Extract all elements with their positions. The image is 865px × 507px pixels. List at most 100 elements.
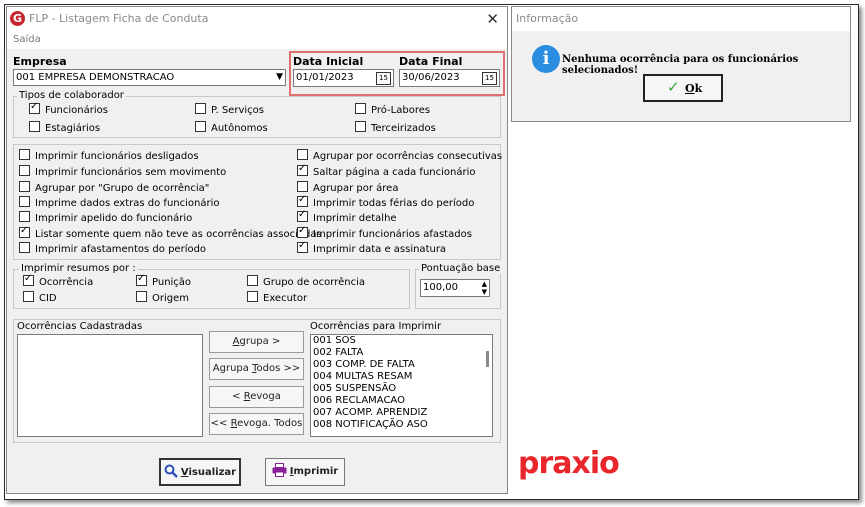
checkbox-label: Listar somente quem não teve as ocorrênc…: [35, 229, 322, 240]
checkbox-box[interactable]: [19, 181, 30, 192]
checkbox-box[interactable]: [297, 209, 308, 222]
checkbox-box[interactable]: [195, 103, 206, 114]
checkbox-box[interactable]: [19, 242, 30, 253]
main-window: G FLP - Listagem Ficha de Conduta ✕ Saíd…: [6, 6, 508, 494]
checkbox-p-servicos[interactable]: P. Serviços: [195, 103, 264, 116]
calendar-icon[interactable]: 15: [376, 72, 391, 85]
checkbox-box[interactable]: [29, 101, 40, 114]
option-left-6[interactable]: Imprimir afastamentos do período: [19, 242, 206, 255]
checkbox-terceirizados[interactable]: Terceirizados: [355, 121, 436, 134]
checkbox-box[interactable]: [19, 165, 30, 176]
checkbox-resumo-cid[interactable]: CID: [23, 291, 57, 304]
checkbox-box[interactable]: [297, 163, 308, 176]
info-dialog: Informação i Nenhuma ocorrência para os …: [511, 6, 851, 122]
checkbox-resumo-executor[interactable]: Executor: [247, 291, 307, 304]
checkbox-resumo-origem[interactable]: Origem: [136, 291, 189, 304]
checkbox-label: Funcionários: [45, 105, 108, 116]
option-right-3[interactable]: Imprimir todas férias do período: [297, 194, 474, 209]
data-inicial-input[interactable]: 01/01/2023 15: [293, 69, 394, 87]
option-left-5[interactable]: Listar somente quem não teve as ocorrênc…: [19, 225, 322, 240]
list-item[interactable]: 002 FALTA: [311, 347, 492, 359]
checkbox-resumo-punicao[interactable]: Punição: [136, 273, 191, 288]
checkbox-pro-labores[interactable]: Pró-Labores: [355, 103, 430, 116]
list-item[interactable]: 006 RECLAMACAO: [311, 395, 492, 407]
checkbox-resumo-ocorrencia[interactable]: Ocorrência: [23, 273, 94, 288]
checkbox-label: Imprimir afastamentos do período: [35, 244, 207, 255]
tipos-label: Tipos de colaborador: [17, 90, 126, 101]
imprimir-button[interactable]: Imprimir: [265, 458, 345, 486]
option-left-2[interactable]: Agrupar por "Grupo de ocorrência": [19, 181, 209, 194]
pontuacao-input[interactable]: 100,00 ▲ ▼: [420, 279, 490, 297]
option-right-5[interactable]: Imprimir funcionários afastados: [297, 225, 472, 240]
empresa-label: Empresa: [13, 55, 67, 68]
checkbox-box[interactable]: [355, 121, 366, 132]
checkbox-box[interactable]: [19, 225, 30, 238]
option-left-1[interactable]: Imprimir funcionários sem movimento: [19, 165, 226, 178]
checkbox-funcionarios[interactable]: Funcionários: [29, 101, 108, 116]
revoga-button[interactable]: < Revoga: [209, 386, 304, 408]
checkbox-box[interactable]: [247, 291, 258, 302]
checkbox-box[interactable]: [23, 291, 34, 302]
option-right-0[interactable]: Agrupar por ocorrências consecutivas: [297, 149, 502, 162]
option-right-2[interactable]: Agrupar por área: [297, 181, 398, 194]
printer-icon: [272, 462, 287, 488]
list-item[interactable]: 005 SUSPENSÃO: [311, 383, 492, 395]
checkbox-box[interactable]: [297, 194, 308, 207]
list-item[interactable]: 007 ACOMP. APRENDIZ: [311, 407, 492, 419]
data-final-value: 30/06/2023: [402, 72, 460, 83]
close-icon[interactable]: ✕: [486, 10, 499, 28]
info-message: Nenhuma ocorrência para os funcionários …: [562, 54, 799, 76]
option-right-1[interactable]: Saltar página a cada funcionário: [297, 163, 476, 178]
checkbox-box[interactable]: [136, 291, 147, 302]
ok-button[interactable]: ✓ Ok: [643, 74, 723, 102]
checkbox-box[interactable]: [136, 273, 147, 286]
checkbox-box[interactable]: [297, 240, 308, 253]
checkbox-box[interactable]: [247, 275, 258, 286]
check-icon: ✓: [667, 78, 680, 96]
checkbox-box[interactable]: [195, 121, 206, 132]
agrupa-todos-button[interactable]: Agrupa Todos >>: [209, 358, 304, 380]
chevron-down-icon[interactable]: ▼: [276, 72, 283, 82]
empresa-select[interactable]: 001 EMPRESA DEMONSTRACAO ▼: [13, 69, 286, 86]
list-item[interactable]: 003 COMP. DE FALTA: [311, 359, 492, 371]
checkbox-box[interactable]: [297, 149, 308, 160]
visualizar-button[interactable]: Visualizar: [159, 458, 241, 486]
checkbox-label: Ocorrência: [39, 277, 94, 288]
checkbox-box[interactable]: [19, 149, 30, 160]
checkbox-box[interactable]: [19, 211, 30, 222]
checkbox-estagiarios[interactable]: Estagiários: [29, 121, 100, 134]
imprimir-list[interactable]: 001 SOS 002 FALTA 003 COMP. DE FALTA 004 MU…: [310, 334, 493, 437]
checkbox-label: Estagiários: [45, 123, 101, 134]
resumos-label: Imprimir resumos por :: [19, 263, 138, 274]
checkbox-autonomos[interactable]: Autônomos: [195, 121, 268, 134]
checkbox-label: Terceirizados: [371, 123, 436, 134]
menu-saida[interactable]: Saída: [13, 34, 41, 45]
option-left-3[interactable]: Imprime dados extras do funcionário: [19, 196, 219, 209]
checkbox-box[interactable]: [19, 196, 30, 207]
calendar-icon[interactable]: 15: [482, 72, 497, 85]
checkbox-box[interactable]: [297, 225, 308, 238]
list-item[interactable]: 004 MULTAS RESAM: [311, 371, 492, 383]
checkbox-label: Imprimir apelido do funcionário: [35, 213, 193, 224]
data-inicial-value: 01/01/2023: [296, 72, 354, 83]
option-left-0[interactable]: Imprimir funcionários desligados: [19, 149, 199, 162]
option-right-6[interactable]: Imprimir data e assinatura: [297, 240, 446, 255]
cadastradas-list[interactable]: [17, 334, 203, 437]
checkbox-box[interactable]: [355, 103, 366, 114]
checkbox-resumo-grupo[interactable]: Grupo de ocorrência: [247, 275, 365, 288]
option-right-4[interactable]: Imprimir detalhe: [297, 209, 397, 224]
scrollbar-thumb[interactable]: [486, 351, 489, 367]
list-item[interactable]: 008 NOTIFICAÇÃO ASO: [311, 419, 492, 431]
checkbox-label: Agrupar por ocorrências consecutivas: [313, 151, 503, 162]
list-item[interactable]: 001 SOS: [311, 335, 492, 347]
agrupa-button[interactable]: Agrupa >: [209, 331, 304, 353]
data-final-input[interactable]: 30/06/2023 15: [399, 69, 500, 87]
revoga-todos-button[interactable]: << Revoga. Todos: [209, 413, 304, 435]
checkbox-box[interactable]: [29, 121, 40, 132]
checkbox-box[interactable]: [297, 181, 308, 192]
option-left-4[interactable]: Imprimir apelido do funcionário: [19, 211, 192, 224]
data-final-label: Data Final: [399, 55, 463, 68]
checkbox-box[interactable]: [23, 273, 34, 286]
spin-updown-icon[interactable]: ▲ ▼: [482, 280, 487, 296]
pontuacao-label: Pontuação base: [419, 263, 503, 274]
